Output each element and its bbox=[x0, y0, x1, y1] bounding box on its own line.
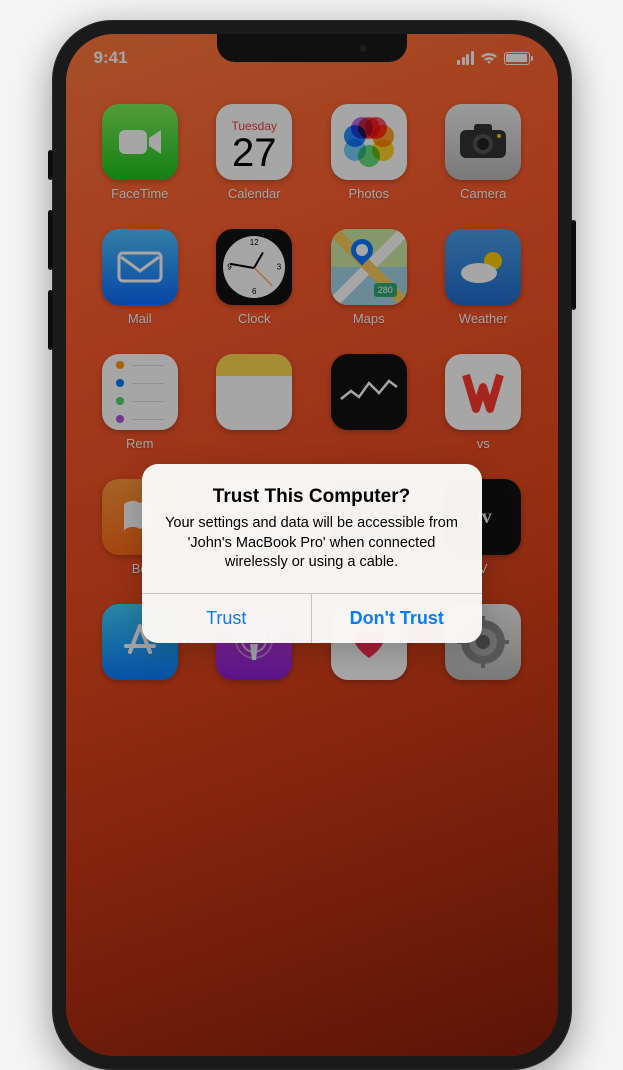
dont-trust-button[interactable]: Don't Trust bbox=[311, 594, 482, 643]
volume-up-button bbox=[48, 210, 53, 270]
mute-switch bbox=[48, 150, 53, 180]
volume-down-button bbox=[48, 290, 53, 350]
iphone-device-frame: 9:41 FaceTime Tuesday bbox=[52, 20, 572, 1070]
alert-title: Trust This Computer? bbox=[160, 486, 464, 508]
side-button bbox=[571, 220, 576, 310]
alert-message: Your settings and data will be accessibl… bbox=[160, 514, 464, 573]
trust-button[interactable]: Trust bbox=[142, 594, 312, 643]
screen: 9:41 FaceTime Tuesday bbox=[66, 34, 558, 1056]
trust-computer-alert: Trust This Computer? Your settings and d… bbox=[142, 464, 482, 643]
